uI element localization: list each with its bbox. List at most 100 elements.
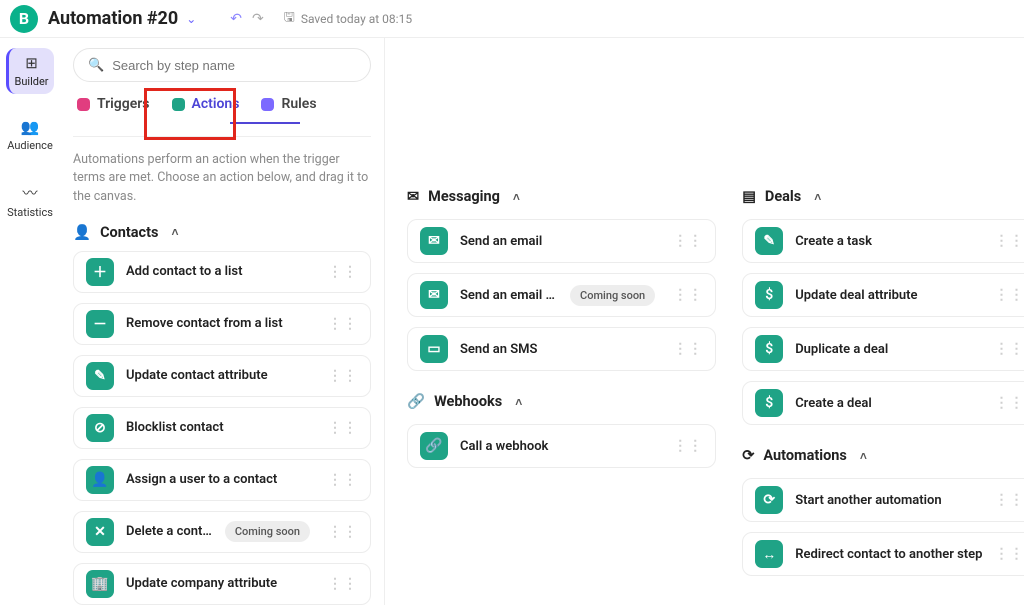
saved-status: 🖫 Saved today at 08:15 xyxy=(284,8,412,30)
action-update-company-attribute[interactable]: 🏢 Update company attribute ⋮⋮ xyxy=(73,563,371,605)
nav-audience[interactable]: 👥 Audience xyxy=(6,112,54,158)
tab-rules[interactable]: Rules xyxy=(261,96,316,112)
drag-handle-icon[interactable]: ⋮⋮ xyxy=(994,546,1024,562)
section-head-deals[interactable]: ▤ Deals ˄ xyxy=(742,188,1024,205)
active-tab-underline xyxy=(230,122,300,124)
card-label: Update company attribute xyxy=(126,576,316,591)
drag-handle-icon[interactable]: ⋮⋮ xyxy=(328,420,358,436)
webhook-icon: 🔗 xyxy=(420,432,448,460)
action-assign-user-to-contact[interactable]: 👤 Assign a user to a contact ⋮⋮ xyxy=(73,459,371,501)
action-duplicate-deal[interactable]: $ Duplicate a deal ⋮⋮ xyxy=(742,327,1024,371)
card-label: Create a task xyxy=(795,234,982,249)
coming-soon-badge: Coming soon xyxy=(570,285,655,306)
drag-handle-icon[interactable]: ⋮⋮ xyxy=(328,576,358,592)
card-label: Send an email notifi… xyxy=(460,288,558,303)
drag-handle-icon[interactable]: ⋮⋮ xyxy=(673,341,703,357)
action-call-webhook[interactable]: 🔗 Call a webhook ⋮⋮ xyxy=(407,424,716,468)
action-add-contact-to-list[interactable]: ＋ Add contact to a list ⋮⋮ xyxy=(73,251,371,293)
action-send-email-notification[interactable]: ✉ Send an email notifi… Coming soon ⋮⋮ xyxy=(407,273,716,317)
section-head-automations[interactable]: ⟳ Automations ˄ xyxy=(742,447,1024,464)
chevron-up-icon: ˄ xyxy=(513,190,520,204)
action-delete-contact[interactable]: ✕ Delete a contact Coming soon ⋮⋮ xyxy=(73,511,371,553)
undo-icon[interactable]: ↶ xyxy=(230,11,242,27)
triggers-dot-icon xyxy=(77,98,90,111)
search-input[interactable] xyxy=(112,58,356,73)
card-label: Blocklist contact xyxy=(126,420,316,435)
drag-handle-icon[interactable]: ⋮⋮ xyxy=(673,233,703,249)
card-label: Delete a contact xyxy=(126,524,213,539)
drag-handle-icon[interactable]: ⋮⋮ xyxy=(328,472,358,488)
action-create-deal[interactable]: $ Create a deal ⋮⋮ xyxy=(742,381,1024,425)
contacts-icon: 👤 xyxy=(73,224,91,241)
search-box[interactable]: 🔍 xyxy=(73,48,371,82)
section-messaging-title: Messaging xyxy=(428,188,500,205)
card-label: Start another automation xyxy=(795,493,982,508)
task-icon: ✎ xyxy=(755,227,783,255)
actions-canvas: ✉ Messaging ˄ ✉ Send an email ⋮⋮ ✉ Send … xyxy=(385,38,1024,605)
action-remove-contact-from-list[interactable]: － Remove contact from a list ⋮⋮ xyxy=(73,303,371,345)
actions-side-panel: 🔍 Triggers Actions Rules xyxy=(60,38,385,605)
rules-dot-icon xyxy=(261,98,274,111)
email-icon: ✉ xyxy=(420,227,448,255)
tab-rules-label: Rules xyxy=(281,96,316,112)
section-head-webhooks[interactable]: 🔗 Webhooks ˄ xyxy=(407,393,716,410)
drag-handle-icon[interactable]: ⋮⋮ xyxy=(994,395,1024,411)
drag-handle-icon[interactable]: ⋮⋮ xyxy=(328,524,358,540)
drag-handle-icon[interactable]: ⋮⋮ xyxy=(673,287,703,303)
drag-handle-icon[interactable]: ⋮⋮ xyxy=(673,438,703,454)
drag-handle-icon[interactable]: ⋮⋮ xyxy=(994,287,1024,303)
tab-triggers-label: Triggers xyxy=(97,96,150,112)
card-label: Update contact attribute xyxy=(126,368,316,383)
action-start-another-automation[interactable]: ⟳ Start another automation ⋮⋮ xyxy=(742,478,1024,522)
card-label: Send an SMS xyxy=(460,342,661,357)
card-label: Add contact to a list xyxy=(126,264,316,279)
tab-actions[interactable]: Actions xyxy=(172,96,240,112)
envelope-icon: ✉ xyxy=(407,188,419,205)
panel-description: Automations perform an action when the t… xyxy=(73,151,371,205)
drag-handle-icon[interactable]: ⋮⋮ xyxy=(328,316,358,332)
card-label: Remove contact from a list xyxy=(126,316,316,331)
drag-handle-icon[interactable]: ⋮⋮ xyxy=(994,492,1024,508)
action-send-email[interactable]: ✉ Send an email ⋮⋮ xyxy=(407,219,716,263)
nav-builder[interactable]: ⊞ Builder xyxy=(6,48,54,94)
dollar-icon: $ xyxy=(755,389,783,417)
action-send-sms[interactable]: ▭ Send an SMS ⋮⋮ xyxy=(407,327,716,371)
redo-icon[interactable]: ↷ xyxy=(252,11,264,27)
sms-icon: ▭ xyxy=(420,335,448,363)
user-delete-icon: ✕ xyxy=(86,518,114,546)
assign-user-icon: 👤 xyxy=(86,466,114,494)
drag-handle-icon[interactable]: ⋮⋮ xyxy=(994,341,1024,357)
action-update-contact-attribute[interactable]: ✎ Update contact attribute ⋮⋮ xyxy=(73,355,371,397)
automation-icon: ⟳ xyxy=(742,447,754,464)
step-type-tabs: Triggers Actions Rules xyxy=(73,96,371,112)
drag-handle-icon[interactable]: ⋮⋮ xyxy=(328,368,358,384)
actions-dot-icon xyxy=(172,98,185,111)
column-messaging-webhooks: ✉ Messaging ˄ ✉ Send an email ⋮⋮ ✉ Send … xyxy=(407,188,716,605)
nav-statistics[interactable]: 〰 Statistics xyxy=(6,176,54,225)
statistics-icon: 〰 xyxy=(22,182,37,203)
saved-text: Saved today at 08:15 xyxy=(301,12,412,26)
tab-triggers[interactable]: Triggers xyxy=(77,96,150,112)
action-update-deal-attribute[interactable]: $ Update deal attribute ⋮⋮ xyxy=(742,273,1024,317)
action-blocklist-contact[interactable]: ⊘ Blocklist contact ⋮⋮ xyxy=(73,407,371,449)
user-edit-icon: ✎ xyxy=(86,362,114,390)
dollar-icon: $ xyxy=(755,335,783,363)
column-deals-automations: ▤ Deals ˄ ✎ Create a task ⋮⋮ $ Update de… xyxy=(742,188,1024,605)
card-label: Assign a user to a contact xyxy=(126,472,316,487)
page-title: Automation #20 xyxy=(48,8,178,29)
section-head-messaging[interactable]: ✉ Messaging ˄ xyxy=(407,188,716,205)
loop-icon: ⟳ xyxy=(755,486,783,514)
action-create-task[interactable]: ✎ Create a task ⋮⋮ xyxy=(742,219,1024,263)
drag-handle-icon[interactable]: ⋮⋮ xyxy=(994,233,1024,249)
action-redirect-contact[interactable]: ↔ Redirect contact to another step ⋮⋮ xyxy=(742,532,1024,576)
email-notification-icon: ✉ xyxy=(420,281,448,309)
drag-handle-icon[interactable]: ⋮⋮ xyxy=(328,264,358,280)
chevron-up-icon: ˄ xyxy=(171,225,178,239)
user-minus-icon: － xyxy=(86,310,114,338)
dollar-icon: $ xyxy=(755,281,783,309)
section-head-contacts[interactable]: 👤 Contacts ˄ xyxy=(73,224,371,241)
chevron-down-icon[interactable]: ⌄ xyxy=(186,12,196,26)
card-label: Create a deal xyxy=(795,396,982,411)
card-label: Send an email xyxy=(460,234,661,249)
deals-icon: ▤ xyxy=(742,188,756,205)
